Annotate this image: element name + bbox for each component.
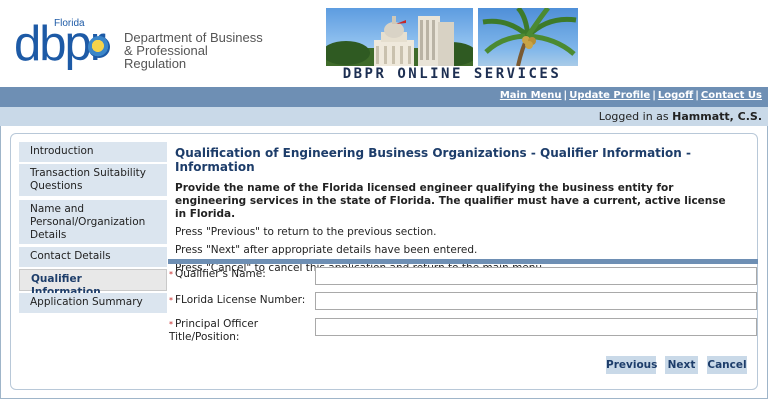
qualifier-name-label-text: Qualifier's Name: (175, 268, 266, 280)
sidebar-item-name-personal-details[interactable]: Name and Personal/Organization Details (19, 200, 167, 244)
qualifier-instructions: Provide the name of the Florida licensed… (175, 182, 726, 220)
required-marker-icon: * (169, 270, 173, 279)
logo-florida-text: Florida (54, 18, 85, 29)
sidebar-item-introduction[interactable]: Introduction (19, 142, 167, 162)
sidebar-item-transaction-suitability[interactable]: Transaction Suitability Questions (19, 164, 167, 196)
department-name: Department of Business & Professional Re… (124, 31, 264, 70)
nav-separator: | (695, 90, 699, 101)
palm-tree-photo (478, 8, 578, 66)
nav-separator: | (563, 90, 568, 101)
top-nav-bar: Main Menu | Update Profile | Logoff | Contact … (0, 87, 768, 107)
instruction-next: Press "Next" after appropriate details h… (175, 244, 478, 256)
license-number-input[interactable] (315, 292, 757, 310)
qualifier-name-input[interactable] (315, 267, 757, 285)
dbpr-logo[interactable]: dbpr Florida Department of Business & Pr… (14, 14, 264, 74)
sidebar-item-qualifier-information[interactable]: Qualifier Information (19, 269, 167, 298)
nav-contact-us-link[interactable]: Contact Us (701, 90, 762, 101)
next-button[interactable]: Next (665, 356, 698, 374)
principal-officer-title-input[interactable] (315, 318, 757, 336)
previous-button[interactable]: Previous (606, 356, 657, 374)
cancel-button[interactable]: Cancel (707, 356, 747, 374)
nav-links: Main Menu | Update Profile | Logoff | Contact … (500, 90, 762, 101)
page-title: Qualification of Engineering Business Or… (175, 146, 691, 174)
logged-in-prefix: Logged in as (598, 110, 669, 123)
user-status-bar: Logged in as Hammatt, C.S. (0, 107, 768, 126)
capitol-photo (326, 8, 473, 66)
florida-seal-icon (88, 36, 110, 58)
banner-title: DBPR ONLINE SERVICES (342, 66, 562, 82)
sidebar-item-contact-details[interactable]: Contact Details (19, 247, 167, 267)
sidebar-item-application-summary[interactable]: Application Summary (19, 293, 167, 313)
site-header: dbpr Florida Department of Business & Pr… (0, 0, 768, 87)
required-marker-icon: * (169, 320, 173, 329)
nav-separator: | (652, 90, 656, 101)
logged-in-status: Logged in as Hammatt, C.S. (599, 110, 762, 123)
logged-in-user-name: Hammatt, C.S. (672, 110, 762, 123)
qualifier-name-label: * Qualifier's Name: (169, 268, 266, 281)
principal-officer-title-label-text: Principal Officer Title/Position: (169, 318, 259, 343)
license-number-label-text: FLorida License Number: (175, 294, 306, 306)
license-number-label: * FLorida License Number: (169, 294, 305, 307)
main-content: Qualification of Engineering Business Or… (175, 146, 750, 275)
required-marker-icon: * (169, 296, 173, 305)
department-name-line2: & Professional Regulation (124, 43, 208, 71)
instruction-previous: Press "Previous" to return to the previo… (175, 226, 437, 238)
nav-main-menu-link[interactable]: Main Menu (500, 90, 562, 101)
form-divider (168, 259, 758, 264)
nav-logoff-link[interactable]: Logoff (658, 90, 693, 101)
principal-officer-title-label: * Principal Officer Title/Position: (169, 318, 309, 343)
nav-update-profile-link[interactable]: Update Profile (569, 90, 650, 101)
